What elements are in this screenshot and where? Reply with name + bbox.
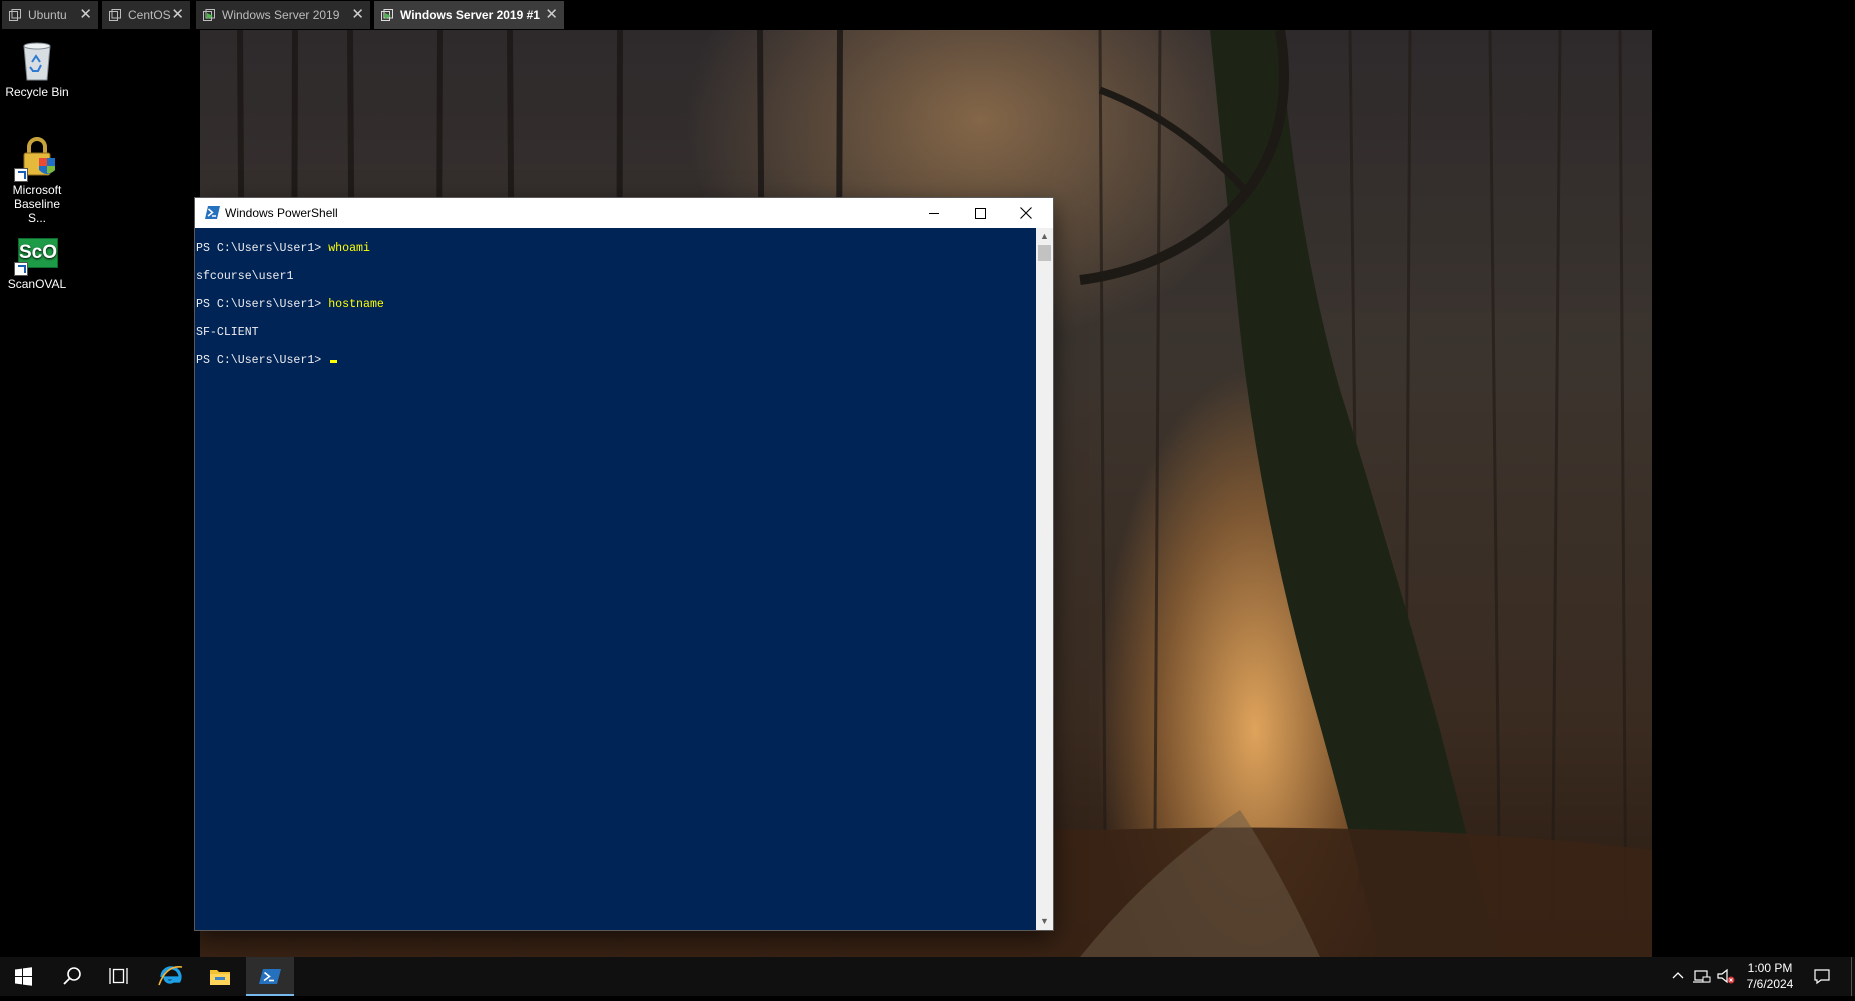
vm-tab-label: Windows Server 2019 [222,8,340,22]
powershell-icon [259,969,281,984]
console-output: sfcourse\user1 [196,270,294,283]
clock-time: 1:00 PM [1747,961,1793,975]
vm-tab-windows-server-2019-1[interactable]: Windows Server 2019 #1 ✕ [374,1,564,29]
scrollbar-thumb[interactable] [1038,245,1051,261]
powershell-console[interactable]: PS C:\Users\User1> whoami sfcourse\user1… [196,228,1036,929]
desktop-icon-microsoft-baseline[interactable]: Microsoft Baseline S... [0,136,74,225]
start-button[interactable] [0,957,48,996]
task-view-icon [109,968,128,984]
powershell-titlebar[interactable]: Windows PowerShell [195,198,1053,228]
minimize-icon [929,213,939,214]
scroll-up-arrow-icon[interactable]: ▲ [1036,228,1053,245]
shortcut-arrow-icon [14,262,28,276]
console-line: PS C:\Users\User1> hostname [196,298,1036,312]
scroll-down-arrow-icon[interactable]: ▼ [1036,913,1053,930]
console-line: sfcourse\user1 [196,270,1036,284]
desktop-icon-label: Recycle Bin [5,85,69,99]
console-line: SF-CLIENT [196,326,1036,340]
desktop-icon-label: ScanOVAL [7,277,67,291]
taskbar: 1:00 PM 7/6/2024 [0,957,1855,996]
desktop-icon-scanoval[interactable]: ScO ScanOVAL [0,234,74,291]
maximize-button[interactable] [957,198,1002,228]
start-icon [15,967,32,986]
scanoval-badge-text: ScO [19,242,58,263]
minimize-button[interactable] [911,198,956,228]
vm-icon [109,9,121,21]
action-center-icon[interactable] [1812,966,1832,986]
console-command: whoami [328,242,370,255]
internet-explorer-button[interactable] [146,957,194,996]
console-line[interactable]: PS C:\Users\User1> [196,354,1036,368]
vm-tab-label: Windows Server 2019 #1 [400,8,540,22]
close-icon[interactable]: ✕ [79,1,92,29]
close-icon[interactable]: ✕ [545,1,558,29]
vm-tab-label: CentOS [128,8,171,22]
taskbar-clock[interactable]: 1:00 PM 7/6/2024 [1730,960,1810,992]
close-window-button[interactable] [1003,198,1048,228]
network-icon[interactable] [1692,966,1712,986]
console-cursor [330,360,338,363]
window-title: Windows PowerShell [225,206,338,220]
console-line: PS C:\Users\User1> whoami [196,242,1036,256]
vertical-scrollbar[interactable]: ▲ ▼ [1036,228,1053,930]
file-explorer-button[interactable] [196,957,244,996]
file-explorer-icon [210,970,230,985]
vm-tab-windows-server-2019[interactable]: Windows Server 2019 ✕ [196,1,370,29]
internet-explorer-icon [158,966,183,986]
vm-tab-centos[interactable]: CentOS ✕ [102,1,190,29]
console-prompt: PS C:\Users\User1> [196,354,329,367]
vm-tab-strip: Ubuntu ✕ CentOS ✕ Windows Server 2019 ✕ … [0,0,1855,30]
close-icon[interactable]: ✕ [351,1,364,29]
show-desktop-button[interactable] [1851,957,1852,996]
console-command: hostname [328,298,384,311]
desktop: Recycle Bin Microsoft Baseline S... ScO … [0,30,1855,957]
console-prompt: PS C:\Users\User1> [196,242,329,255]
search-icon [63,967,81,985]
close-icon[interactable]: ✕ [171,1,184,29]
powershell-icon [205,206,220,219]
recycle-bin-icon [23,42,51,81]
close-icon [1020,207,1032,219]
desktop-icon-recycle-bin[interactable]: Recycle Bin [0,38,74,99]
maximize-icon [975,208,986,219]
clock-date: 7/6/2024 [1746,977,1794,991]
powershell-window[interactable]: Windows PowerShell PS C:\Users\User1> wh… [195,198,1053,930]
show-hidden-icons-icon[interactable] [1668,966,1688,986]
vm-running-icon [381,9,393,21]
shortcut-arrow-icon [14,168,28,182]
console-output: SF-CLIENT [196,326,259,339]
vm-tab-label: Ubuntu [28,8,67,22]
vm-icon [9,9,21,21]
powershell-taskbar-button[interactable] [246,957,294,996]
desktop-icon-label: Microsoft Baseline S... [12,183,62,225]
vm-running-icon [203,9,215,21]
console-prompt: PS C:\Users\User1> [196,298,329,311]
search-button[interactable] [48,957,96,996]
vm-tab-ubuntu[interactable]: Ubuntu ✕ [2,1,98,29]
task-view-button[interactable] [96,957,144,996]
